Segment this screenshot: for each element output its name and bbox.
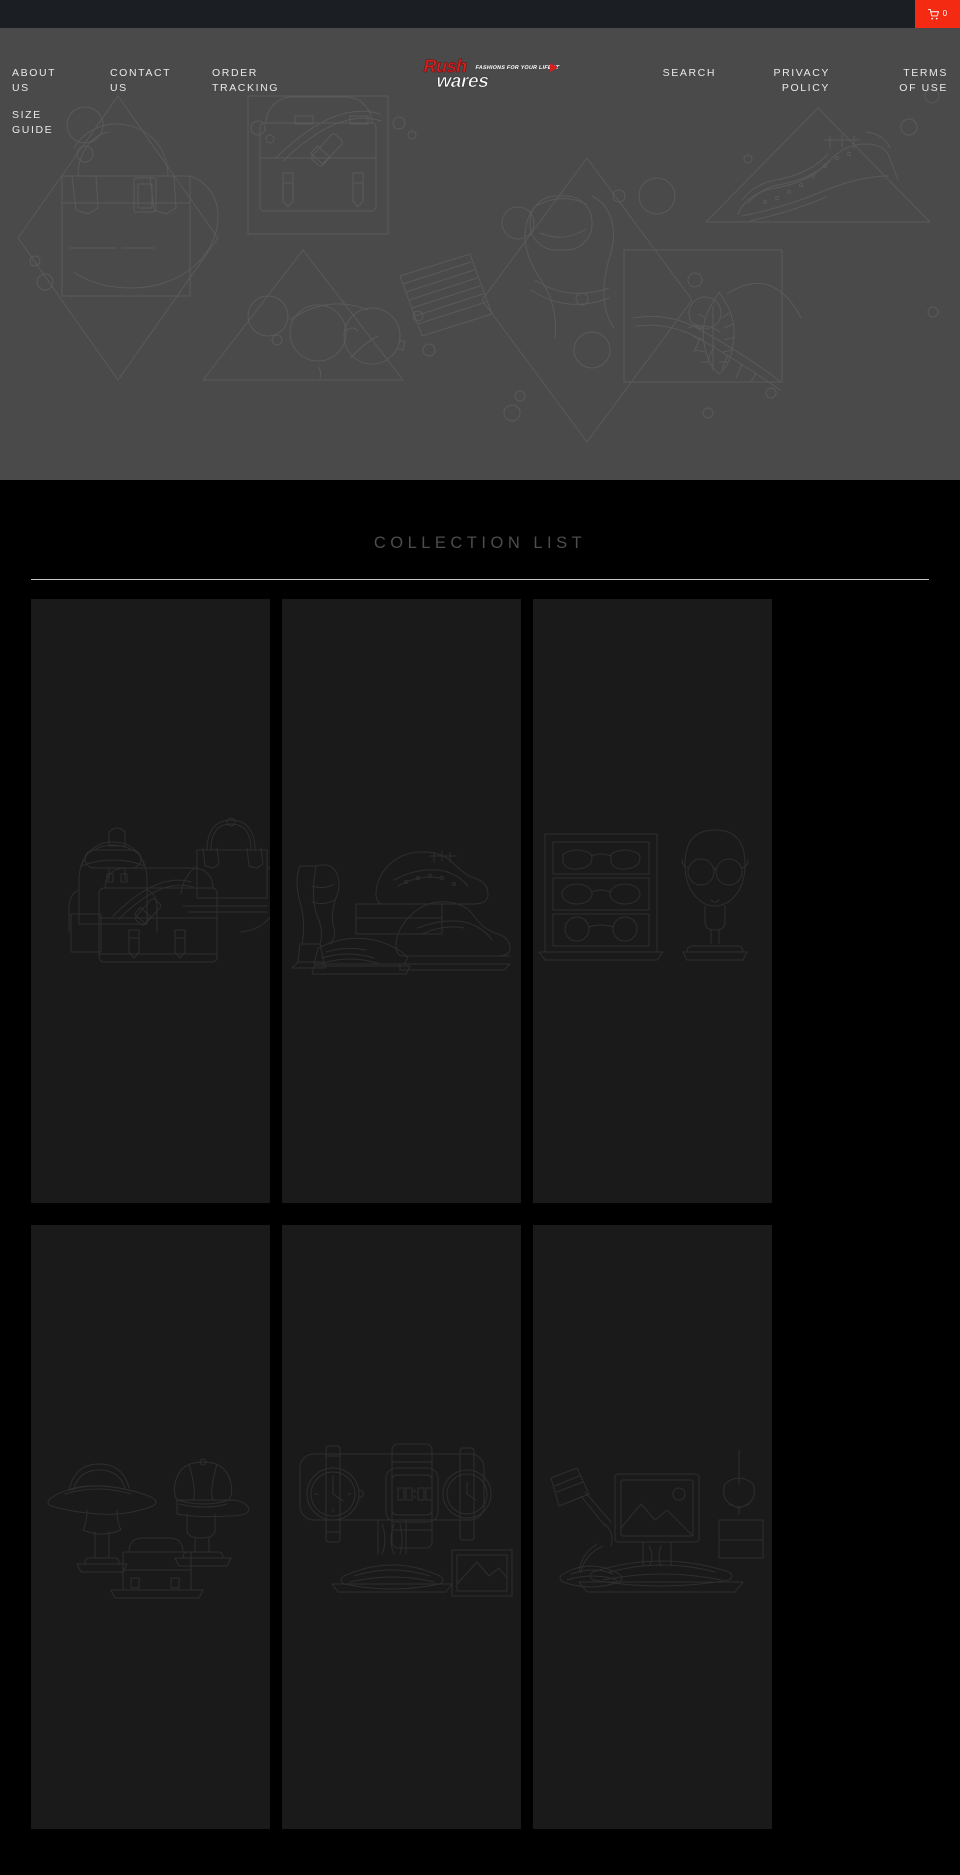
nav-link-size-guide[interactable]: SIZE GUIDE	[12, 108, 68, 138]
nav-link-terms-of-use[interactable]: TERMS OF USE	[886, 66, 948, 96]
cart-count: 0	[942, 9, 948, 18]
nav-item-search[interactable]: SEARCH	[652, 66, 716, 81]
nav-item-order-tracking[interactable]: ORDER TRACKING	[212, 66, 277, 96]
collection-card-watches[interactable]: watches-illustration	[282, 1224, 521, 1829]
shopping-cart-icon	[927, 8, 939, 20]
collection-section: COLLECTION LIST	[0, 480, 960, 1829]
nav-item-privacy-policy[interactable]: PRIVACY POLICY	[772, 66, 830, 96]
nav-link-contact-us[interactable]: CONTACT US	[110, 66, 170, 96]
nav-link-privacy-policy[interactable]: PRIVACY POLICY	[772, 66, 830, 96]
section-title-collection-list: COLLECTION LIST	[373, 534, 587, 552]
shoes-illustration	[291, 850, 511, 974]
nav-left-group: ABOUT US CONTACT US ORDER TRACKING	[12, 28, 316, 96]
hats-illustration	[47, 1458, 250, 1598]
watches-illustration	[299, 1443, 513, 1596]
nav-item-terms-of-use[interactable]: TERMS OF USE	[886, 66, 948, 96]
nav-item-about-us[interactable]: ABOUT US	[12, 66, 68, 96]
collection-card-home[interactable]: lamp-desk-illustration	[533, 1224, 772, 1829]
bags-illustration	[68, 817, 270, 962]
collection-card-shoes[interactable]: shoes-illustration	[282, 598, 521, 1203]
nav-link-order-tracking[interactable]: ORDER TRACKING	[212, 66, 277, 96]
cart-button[interactable]: 0	[915, 0, 960, 28]
top-utility-bar: 0	[0, 0, 960, 28]
collection-card-eyewear[interactable]: eyewear-illustration	[533, 598, 772, 1203]
svg-text:FASHIONS FOR YOUR LIFESTYLE: FASHIONS FOR YOUR LIFESTYLE	[475, 65, 560, 71]
site-logo[interactable]: Rush wares FASHIONS FOR YOUR LIFESTYLE	[400, 56, 560, 90]
nav-item-size-guide[interactable]: SIZE GUIDE	[12, 108, 68, 138]
eyewear-illustration	[538, 829, 749, 960]
rush-wares-logo-icon: Rush wares FASHIONS FOR YOUR LIFESTYLE	[421, 56, 560, 90]
nav-link-about-us[interactable]: ABOUT US	[12, 66, 68, 96]
nav-link-search[interactable]: SEARCH	[652, 66, 716, 81]
collection-card-hats[interactable]: hats-illustration	[31, 1224, 270, 1829]
collection-grid: bags-illustration	[0, 580, 960, 1829]
hero-banner: ABOUT US CONTACT US ORDER TRACKING SEARC…	[0, 28, 960, 480]
collection-card-bags[interactable]: bags-illustration	[31, 598, 270, 1203]
nav-right-group: SEARCH PRIVACY POLICY TERMS OF USE	[596, 28, 948, 96]
lamp-desk-illustration	[550, 1449, 764, 1592]
svg-text:wares: wares	[433, 71, 490, 90]
nav-item-contact-us[interactable]: CONTACT US	[110, 66, 170, 96]
